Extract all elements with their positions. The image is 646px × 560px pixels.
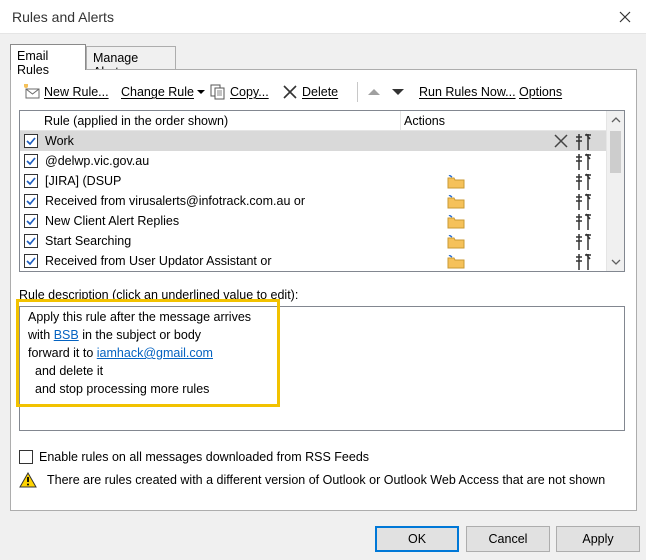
options-button[interactable]: Options bbox=[519, 82, 562, 102]
rule-name: Received from User Updator Assistant or bbox=[45, 254, 272, 268]
rule-row[interactable]: Received from User Updator Assistant or bbox=[20, 251, 606, 271]
chevron-down-icon bbox=[196, 90, 205, 94]
description-line: with BSB in the subject or body bbox=[28, 328, 201, 342]
delete-rule-button[interactable]: Delete bbox=[281, 82, 338, 102]
description-text: in the subject or body bbox=[78, 328, 202, 342]
description-line: Apply this rule after the message arrive… bbox=[28, 310, 252, 324]
rule-row[interactable]: @delwp.vic.gov.au bbox=[20, 151, 606, 171]
rule-name: Received from virusalerts@infotrack.com.… bbox=[45, 194, 305, 208]
description-line: and stop processing more rules bbox=[35, 382, 210, 396]
run-rules-now-button[interactable]: Run Rules Now... bbox=[419, 82, 516, 102]
delete-label: Delete bbox=[302, 85, 339, 99]
tab-email-rules[interactable]: Email Rules bbox=[10, 44, 86, 77]
scroll-up-icon[interactable] bbox=[607, 111, 624, 129]
cancel-button[interactable]: Cancel bbox=[466, 526, 550, 552]
ok-label: OK bbox=[407, 532, 427, 546]
keyword-link[interactable]: BSB bbox=[54, 328, 79, 342]
arrow-down-icon bbox=[392, 89, 404, 95]
rule-row[interactable]: Received from virusalerts@infotrack.com.… bbox=[20, 191, 606, 211]
new-rule-button[interactable]: New Rule... bbox=[23, 82, 109, 102]
rule-checkbox[interactable] bbox=[24, 194, 38, 208]
run-rules-now-label: Run Rules Now... bbox=[419, 85, 516, 99]
move-to-folder-icon bbox=[447, 214, 465, 232]
rules-list[interactable]: Rule (applied in the order shown) Action… bbox=[19, 110, 625, 272]
rule-checkbox[interactable] bbox=[24, 214, 38, 228]
rss-label: Enable rules on all messages downloaded … bbox=[39, 450, 370, 464]
rule-row[interactable]: [JIRA] (DSUP bbox=[20, 171, 606, 191]
warning-text: There are rules created with a different… bbox=[47, 473, 606, 487]
column-divider bbox=[400, 111, 401, 131]
delete-icon bbox=[283, 85, 297, 99]
close-icon[interactable] bbox=[614, 6, 636, 28]
forward-address-link[interactable]: iamhack@gmail.com bbox=[97, 346, 213, 360]
rss-checkbox[interactable] bbox=[19, 450, 33, 464]
description-text: with bbox=[28, 328, 54, 342]
warning-icon bbox=[19, 472, 37, 488]
move-down-button[interactable] bbox=[391, 82, 405, 102]
options-label: Options bbox=[519, 85, 563, 99]
rule-row[interactable]: Start Searching bbox=[20, 231, 606, 251]
toolbar-divider bbox=[357, 82, 358, 102]
move-to-folder-icon bbox=[447, 194, 465, 212]
new-rule-label: New Rule... bbox=[44, 85, 109, 99]
move-up-button[interactable] bbox=[367, 82, 381, 102]
rules-list-scrollbar[interactable] bbox=[606, 111, 624, 271]
rule-name: New Client Alert Replies bbox=[45, 214, 180, 228]
move-to-folder-icon bbox=[447, 174, 465, 192]
description-line: and delete it bbox=[35, 364, 104, 378]
rule-name: [JIRA] (DSUP bbox=[45, 174, 122, 188]
copy-label: Copy... bbox=[230, 85, 269, 99]
rule-checkbox[interactable] bbox=[24, 254, 38, 268]
move-to-folder-icon bbox=[447, 234, 465, 252]
column-header-actions[interactable]: Actions bbox=[404, 114, 445, 128]
rule-checkbox[interactable] bbox=[24, 234, 38, 248]
rules-toolbar: New Rule... Change Rule Copy... Delete R… bbox=[19, 80, 629, 104]
apply-button[interactable]: Apply bbox=[556, 526, 640, 552]
change-rule-button[interactable]: Change Rule bbox=[121, 82, 205, 102]
tab-email-rules-label: Email Rules bbox=[17, 49, 49, 77]
column-header-rule[interactable]: Rule (applied in the order shown) bbox=[44, 114, 228, 128]
delete-action-icon bbox=[553, 133, 569, 152]
rule-checkbox[interactable] bbox=[24, 154, 38, 168]
rule-name: Start Searching bbox=[45, 234, 132, 248]
rule-description-label: Rule description (click an underlined va… bbox=[19, 288, 299, 302]
apply-label: Apply bbox=[582, 532, 614, 546]
copy-icon bbox=[210, 84, 225, 100]
rule-checkbox[interactable] bbox=[24, 174, 38, 188]
rule-tools-icon bbox=[574, 253, 596, 271]
rule-description-box bbox=[19, 306, 625, 431]
email-rules-panel: New Rule... Change Rule Copy... Delete R… bbox=[10, 69, 637, 511]
rss-option[interactable]: Enable rules on all messages downloaded … bbox=[19, 450, 369, 464]
new-rule-icon bbox=[24, 84, 40, 99]
tab-manage-alerts[interactable]: Manage Alerts bbox=[86, 46, 176, 79]
copy-rule-button[interactable]: Copy... bbox=[209, 82, 269, 102]
window-title: Rules and Alerts bbox=[12, 9, 114, 25]
change-rule-label: Change Rule bbox=[121, 85, 194, 99]
arrow-up-icon bbox=[368, 89, 380, 95]
title-bar: Rules and Alerts bbox=[0, 0, 646, 34]
rule-row[interactable]: New Client Alert Replies bbox=[20, 211, 606, 231]
cancel-label: Cancel bbox=[488, 532, 528, 546]
rule-name: Work bbox=[45, 134, 74, 148]
scrollbar-thumb[interactable] bbox=[610, 131, 621, 173]
rule-row[interactable]: Work bbox=[20, 131, 606, 151]
rules-list-header: Rule (applied in the order shown) Action… bbox=[20, 111, 606, 131]
description-line: forward it to iamhack@gmail.com bbox=[28, 346, 213, 360]
ok-button[interactable]: OK bbox=[375, 526, 459, 552]
rule-checkbox[interactable] bbox=[24, 134, 38, 148]
hidden-rules-warning: There are rules created with a different… bbox=[19, 472, 605, 488]
description-text: forward it to bbox=[28, 346, 97, 360]
scroll-down-icon[interactable] bbox=[607, 253, 624, 271]
rule-name: @delwp.vic.gov.au bbox=[45, 154, 150, 168]
move-to-folder-icon bbox=[447, 254, 465, 271]
